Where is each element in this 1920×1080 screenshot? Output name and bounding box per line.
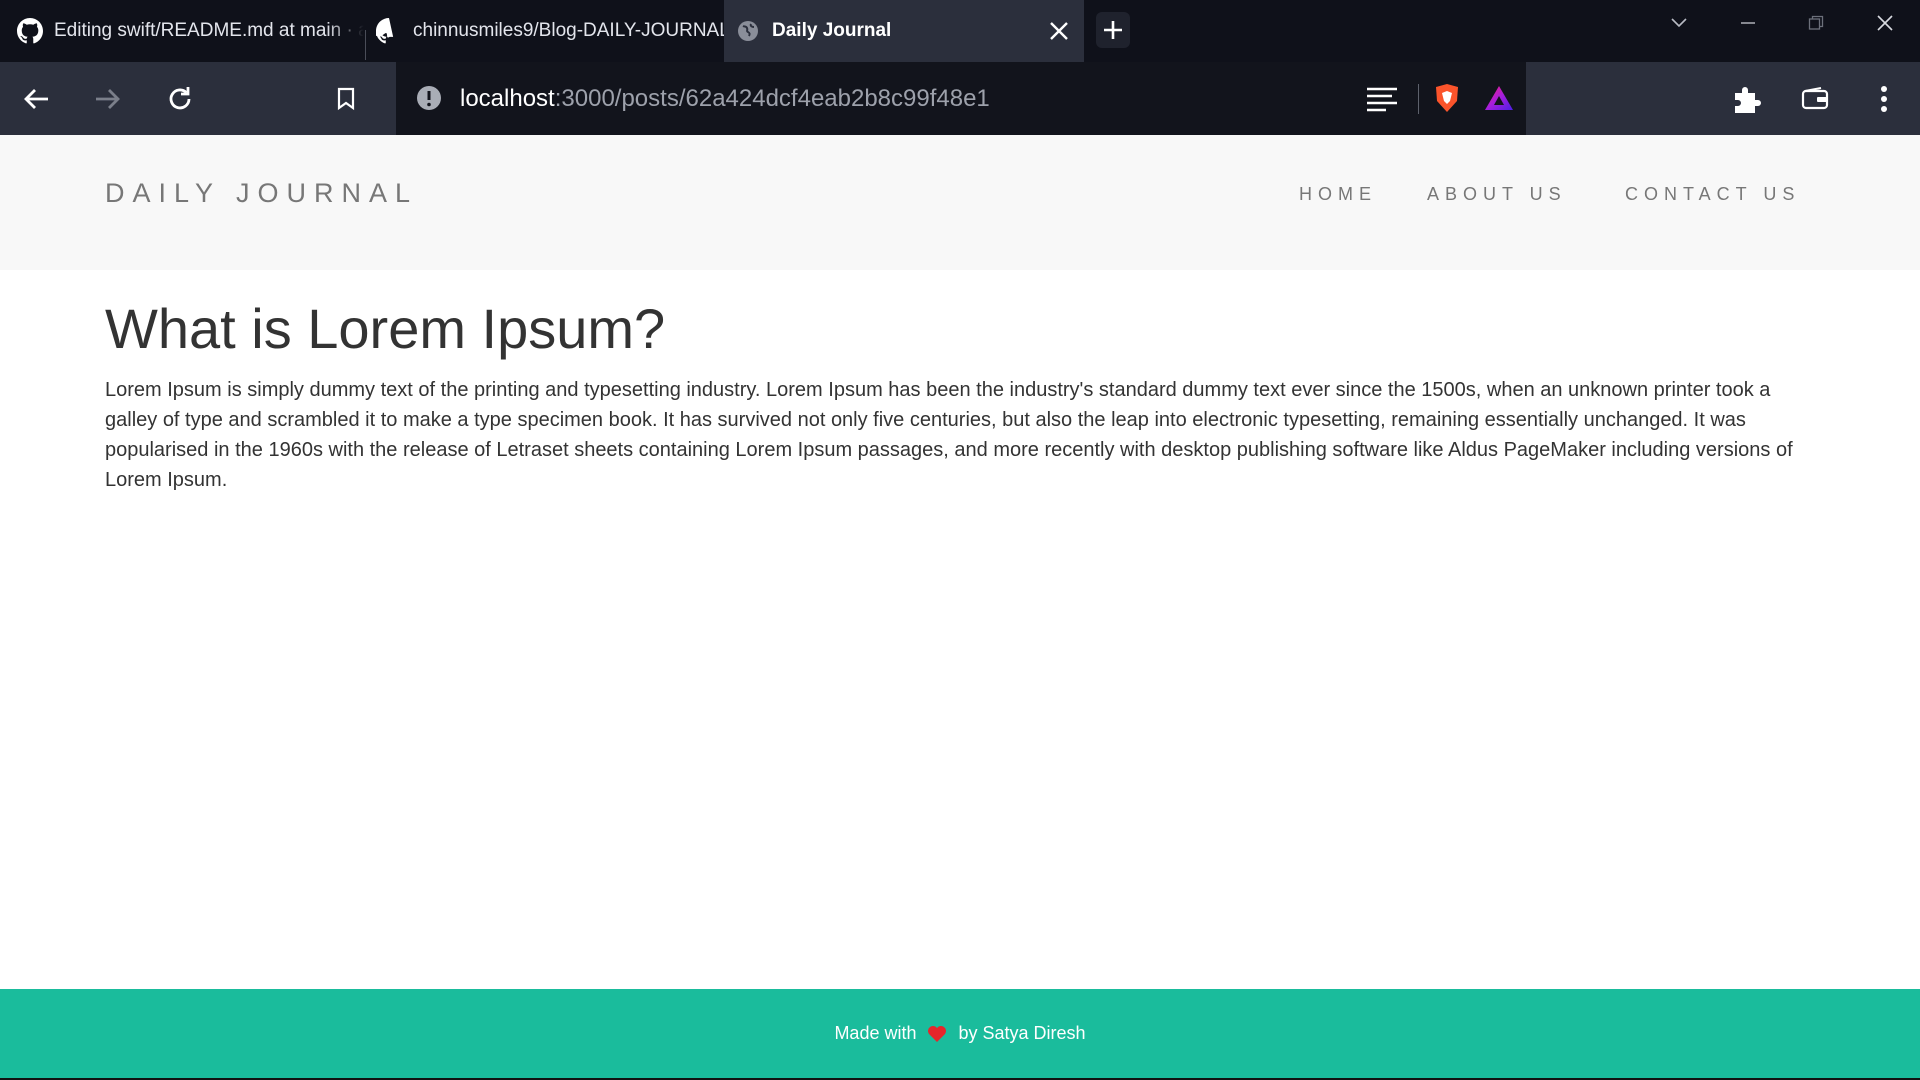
github-icon (17, 18, 43, 44)
heart-icon (926, 1024, 948, 1044)
brave-rewards-icon[interactable] (1484, 85, 1514, 116)
tab-github-readme[interactable]: Editing swift/README.md at main · ap (0, 0, 364, 62)
globe-icon (735, 18, 761, 44)
back-arrow-icon[interactable] (14, 77, 58, 121)
site-info-icon[interactable] (416, 85, 442, 116)
new-tab-button[interactable] (1096, 12, 1130, 48)
minimize-icon[interactable] (1725, 6, 1771, 40)
forward-arrow-icon[interactable] (86, 77, 130, 121)
url-text[interactable]: localhost:3000/posts/62a424dcf4eab2b8c99… (460, 62, 990, 135)
close-tab-icon[interactable] (1044, 16, 1074, 46)
site-navbar: DAILY JOURNAL HOME ABOUT US CONTACT US (0, 135, 1920, 270)
tab-title: chinnusmiles9/Blog-DAILY-JOURNAL (413, 20, 724, 41)
brand-logo-link[interactable]: DAILY JOURNAL (105, 180, 418, 207)
brave-shields-icon[interactable] (1434, 83, 1460, 118)
address-bar[interactable]: localhost:3000/posts/62a424dcf4eab2b8c99… (396, 62, 1526, 135)
url-path: :3000/posts/62a424dcf4eab2b8c99f48e1 (554, 85, 990, 112)
tab-github-repo[interactable]: chinnusmiles9/Blog-DAILY-JOURNAL (366, 0, 724, 62)
site-footer: Made with by Satya Diresh (0, 989, 1920, 1078)
bookmark-icon[interactable] (324, 77, 368, 121)
tab-title: Daily Journal (772, 20, 892, 41)
github-icon (376, 18, 402, 44)
plus-icon (1104, 21, 1122, 39)
restore-icon[interactable] (1793, 6, 1839, 40)
post-body: Lorem Ipsum is simply dummy text of the … (105, 379, 1793, 491)
url-host: localhost (460, 85, 555, 112)
tab-strip: Editing swift/README.md at main · ap chi… (0, 0, 1920, 62)
nav-link-home[interactable]: HOME (1299, 185, 1377, 203)
omnibox-divider (1418, 84, 1419, 114)
wallet-icon[interactable] (1793, 77, 1837, 121)
reload-icon[interactable] (158, 77, 202, 121)
close-window-icon[interactable] (1862, 6, 1908, 40)
post-title: What is Lorem Ipsum? (105, 297, 666, 360)
footer-text-after: by Satya Diresh (958, 1023, 1086, 1043)
footer-text-before: Made with (834, 1023, 917, 1043)
kebab-menu-icon[interactable] (1862, 77, 1906, 121)
browser-toolbar: localhost:3000/posts/62a424dcf4eab2b8c99… (0, 62, 1920, 135)
tab-daily-journal[interactable]: Daily Journal (724, 0, 1084, 62)
nav-link-contact-us[interactable]: CONTACT US (1625, 185, 1800, 203)
reader-mode-icon[interactable] (1366, 86, 1398, 117)
nav-link-about-us[interactable]: ABOUT US (1427, 185, 1567, 203)
tab-title: Editing swift/README.md at main · ap (54, 20, 364, 41)
tab-search-chevron-icon[interactable] (1656, 6, 1702, 40)
extensions-puzzle-icon[interactable] (1725, 77, 1769, 121)
